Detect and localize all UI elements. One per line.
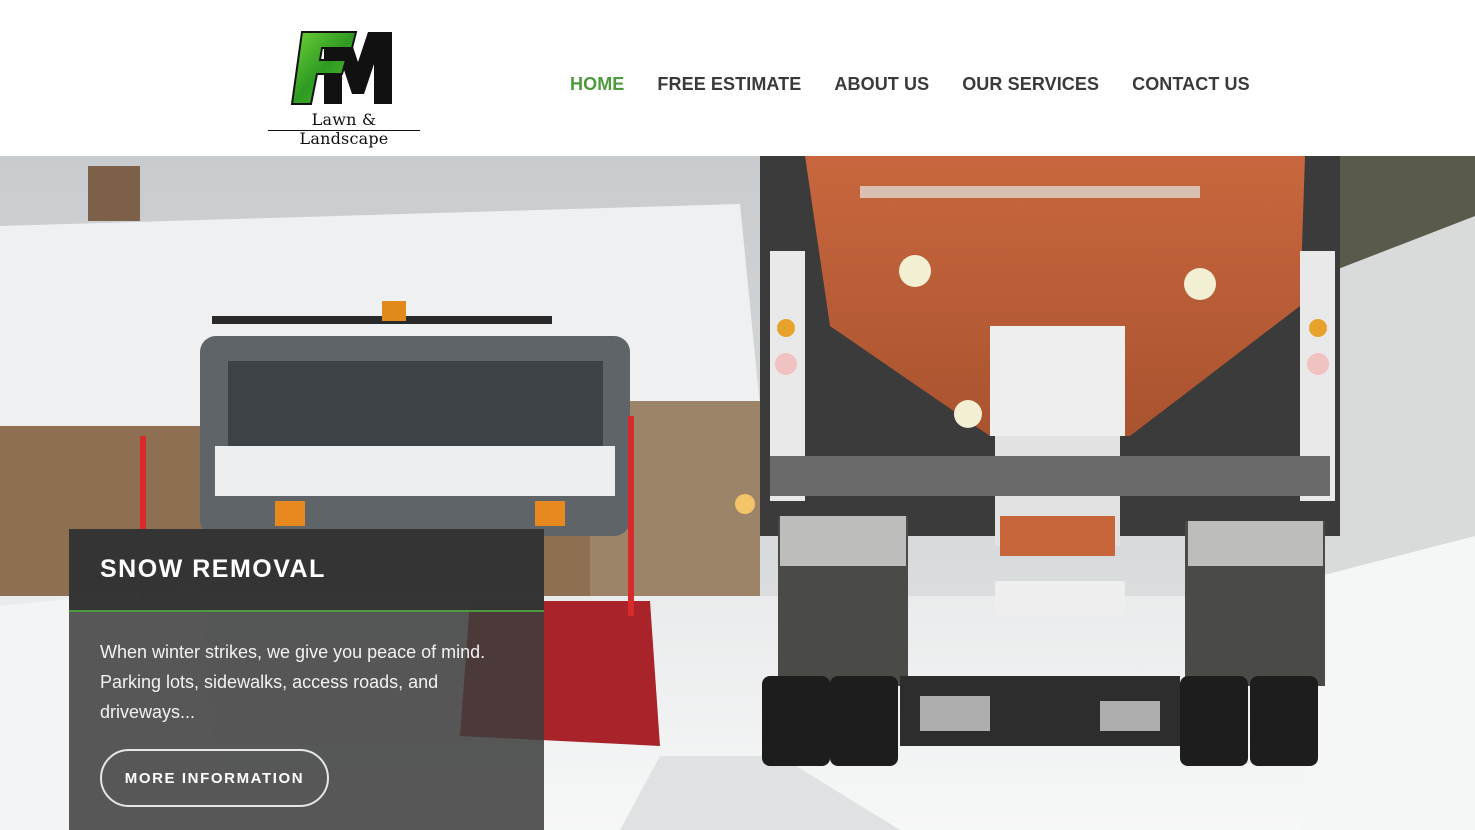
more-information-button[interactable]: MORE INFORMATION — [100, 749, 329, 807]
logo-tagline: Lawn & Landscape — [299, 110, 389, 148]
nav-item-home[interactable]: HOME — [570, 74, 624, 95]
caption-title-bar: SNOW REMOVAL — [69, 529, 544, 612]
caption-text: When winter strikes, we give you peace o… — [100, 642, 486, 722]
nav-item-contact-us[interactable]: CONTACT US — [1132, 74, 1250, 95]
slide-caption: SNOW REMOVAL When winter strikes, we giv… — [69, 529, 544, 830]
site-header: Lawn & Landscape HOME FREE ESTIMATE ABOU… — [0, 0, 1475, 156]
nav-item-free-estimate[interactable]: FREE ESTIMATE — [657, 74, 801, 95]
main-nav: HOME FREE ESTIMATE ABOUT US OUR SERVICES… — [570, 74, 1250, 95]
fm-monogram-logo-icon — [290, 31, 392, 105]
nav-item-our-services[interactable]: OUR SERVICES — [962, 74, 1099, 95]
site-logo[interactable]: Lawn & Landscape — [266, 28, 422, 148]
caption-title: SNOW REMOVAL — [100, 555, 326, 583]
logo-underline — [268, 130, 420, 131]
hero-slider: SNOW REMOVAL When winter strikes, we giv… — [0, 156, 1475, 830]
nav-item-about-us[interactable]: ABOUT US — [834, 74, 929, 95]
